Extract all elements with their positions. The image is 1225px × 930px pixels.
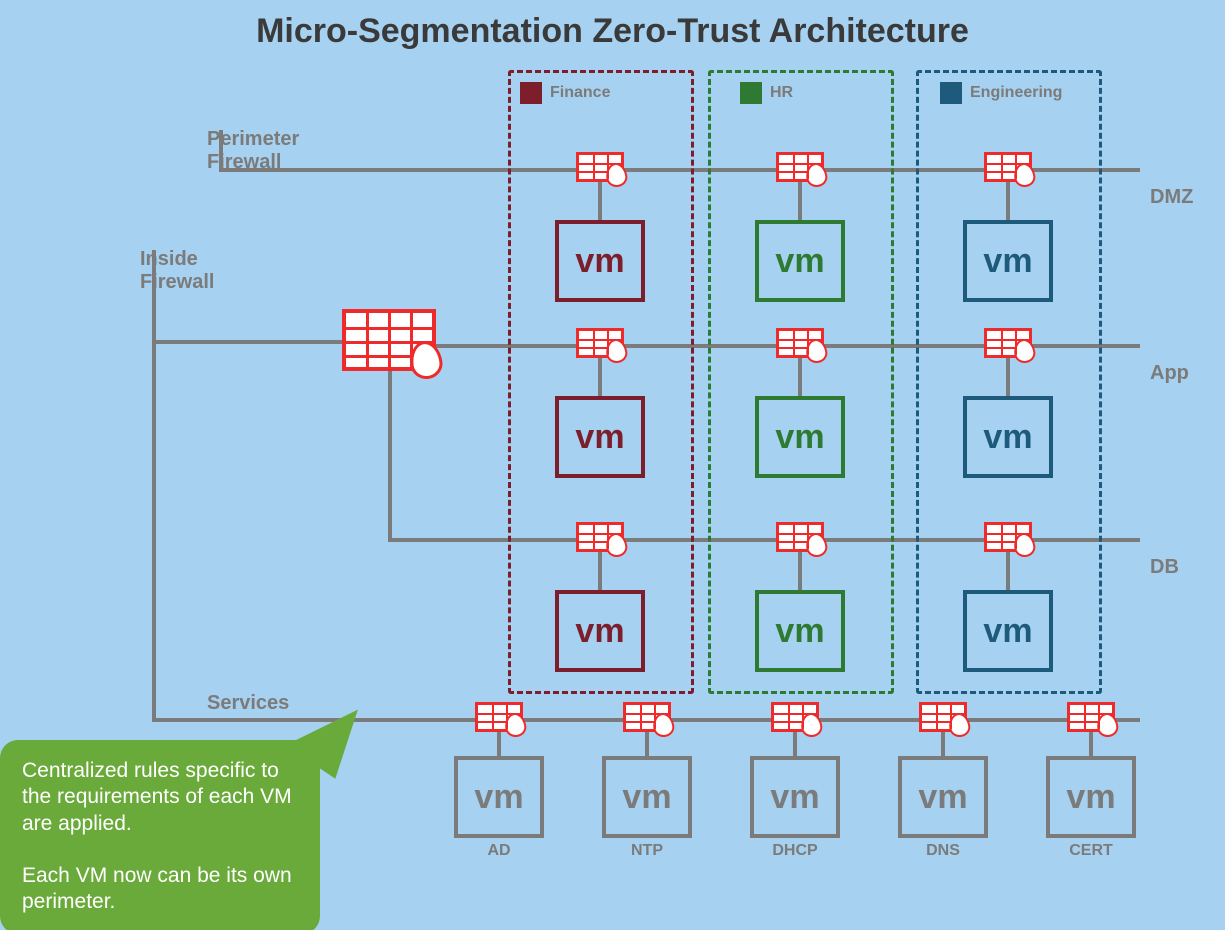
- callout-bubble: Centralized rules specific to the requir…: [0, 740, 320, 930]
- label-services: Services: [207, 692, 289, 715]
- firewall-icon: [475, 702, 523, 732]
- vm-finance-app: vm: [555, 396, 645, 478]
- vm-finance-dmz: vm: [555, 220, 645, 302]
- row-label-dmz: DMZ: [1150, 186, 1193, 209]
- vm-eng-db: vm: [963, 590, 1053, 672]
- swatch-hr: [740, 82, 762, 104]
- firewall-icon: [919, 702, 967, 732]
- row-label-db: DB: [1150, 556, 1179, 579]
- callout-text-1: Centralized rules specific to the requir…: [22, 758, 298, 837]
- firewall-icon: [984, 152, 1032, 182]
- firewall-icon: [984, 328, 1032, 358]
- service-label-dhcp: DHCP: [750, 842, 840, 860]
- vm-eng-dmz: vm: [963, 220, 1053, 302]
- legend-hr: HR: [770, 84, 793, 102]
- vm-eng-app: vm: [963, 396, 1053, 478]
- callout-text-2: Each VM now can be its own perimeter.: [22, 863, 298, 916]
- firewall-icon: [623, 702, 671, 732]
- label-inside-firewall: InsideFirewall: [140, 248, 214, 294]
- firewall-icon-inside: [342, 309, 436, 371]
- label-perimeter-firewall: PerimeterFirewall: [207, 128, 299, 174]
- vm-hr-app: vm: [755, 396, 845, 478]
- swatch-finance: [520, 82, 542, 104]
- service-label-cert: CERT: [1046, 842, 1136, 860]
- diagram-title: Micro-Segmentation Zero-Trust Architectu…: [0, 12, 1225, 51]
- firewall-icon: [576, 328, 624, 358]
- firewall-icon: [576, 522, 624, 552]
- vm-service-dhcp: vm: [750, 756, 840, 838]
- legend-finance: Finance: [550, 84, 610, 102]
- vm-service-ad: vm: [454, 756, 544, 838]
- vm-service-cert: vm: [1046, 756, 1136, 838]
- vm-hr-dmz: vm: [755, 220, 845, 302]
- firewall-icon: [776, 152, 824, 182]
- diagram-canvas: Micro-Segmentation Zero-Trust Architectu…: [0, 0, 1225, 930]
- firewall-icon: [576, 152, 624, 182]
- firewall-icon: [1067, 702, 1115, 732]
- line: [152, 250, 156, 722]
- service-label-ad: AD: [454, 842, 544, 860]
- vm-finance-db: vm: [555, 590, 645, 672]
- service-label-dns: DNS: [898, 842, 988, 860]
- vm-service-dns: vm: [898, 756, 988, 838]
- firewall-icon: [776, 522, 824, 552]
- firewall-icon: [771, 702, 819, 732]
- swatch-engineering: [940, 82, 962, 104]
- line: [152, 340, 342, 344]
- firewall-icon: [984, 522, 1032, 552]
- row-label-app: App: [1150, 362, 1189, 385]
- legend-engineering: Engineering: [970, 84, 1062, 102]
- vm-hr-db: vm: [755, 590, 845, 672]
- firewall-icon: [776, 328, 824, 358]
- vm-service-ntp: vm: [602, 756, 692, 838]
- service-label-ntp: NTP: [602, 842, 692, 860]
